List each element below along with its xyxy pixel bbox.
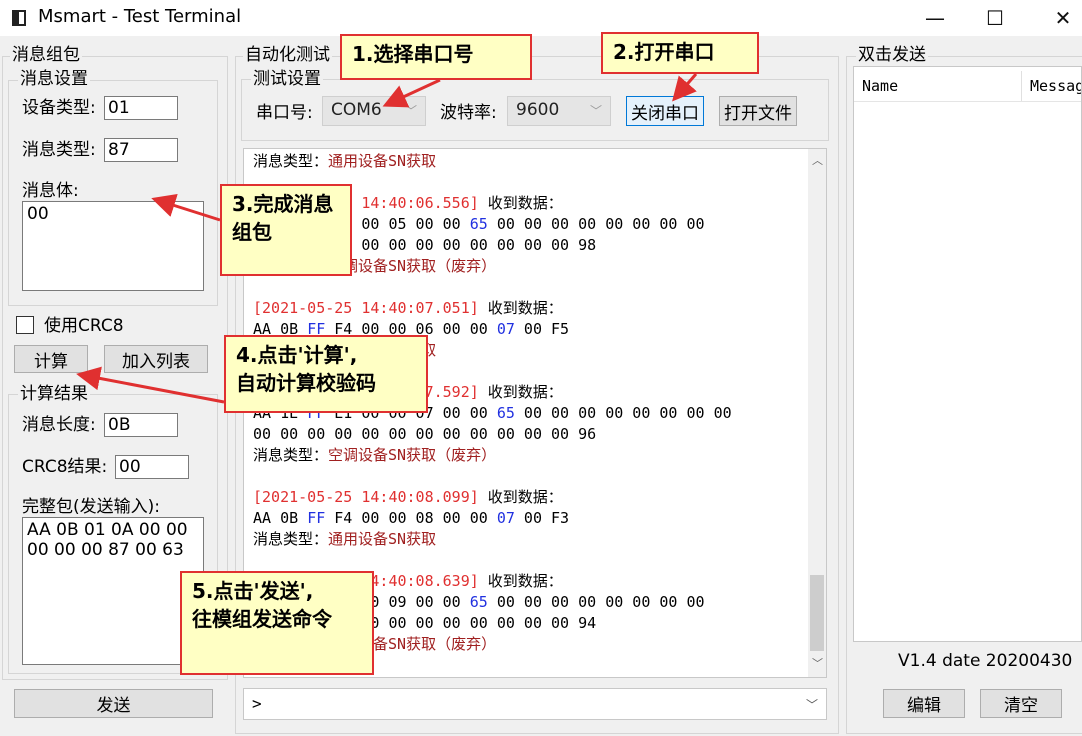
callout-arrows bbox=[76, 73, 698, 404]
arrow-step-2 bbox=[672, 73, 698, 102]
arrow-step-1 bbox=[382, 78, 441, 108]
arrow-step-3 bbox=[151, 194, 221, 222]
arrow-step-4 bbox=[76, 366, 225, 404]
